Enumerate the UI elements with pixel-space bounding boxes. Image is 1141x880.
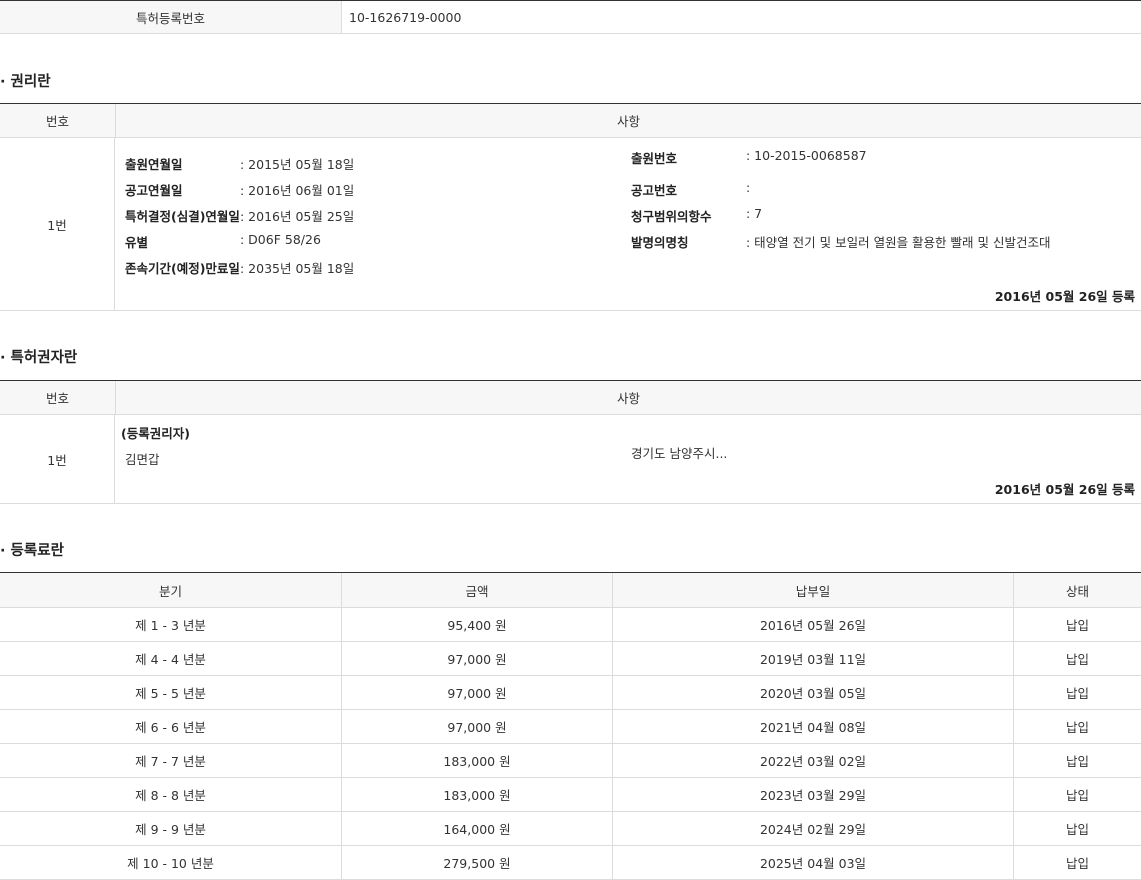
rights-right-label-0: 출원번호 [631,151,678,166]
fee-date: 2016년 05월 26일 [612,608,1013,641]
holder-header-no: 번호 [45,391,69,406]
rights-left-value-1: : 2016년 06월 01일 [240,183,355,198]
registration-number-label: 특허등록번호 [0,1,342,33]
rights-table-header: 번호 사항 [0,104,1141,138]
holder-table: 번호 사항 1번 (등록권리자) 김면갑 경기도 남양주시... 2016년 0… [0,380,1141,504]
fee-header-amount: 금액 [341,573,612,607]
fee-date: 2024년 02월 29일 [612,812,1013,845]
fee-period: 제 10 - 10 년분 [127,856,214,871]
fee-header-date: 납부일 [612,573,1013,607]
fee-header-status: 상태 [1013,573,1141,607]
holder-row-content: (등록권리자) 김면갑 경기도 남양주시... 2016년 05월 26일 등록 [115,415,1141,503]
fee-status: 납입 [1013,846,1141,879]
holder-registration-stamp: 2016년 05월 26일 등록 [994,482,1135,497]
fee-amount: 97,000 원 [341,676,612,709]
fee-amount: 97,000 원 [341,642,612,675]
fee-date: 2022년 03월 02일 [612,744,1013,777]
fee-status: 납입 [1013,642,1141,675]
table-row: 제 6 - 6 년분 97,000 원 2021년 04월 08일 납입 [0,710,1141,744]
fee-amount: 164,000 원 [341,812,612,845]
fee-period: 제 7 - 7 년분 [135,754,206,769]
fee-period: 제 8 - 8 년분 [135,788,206,803]
registration-number-value: 10-1626719-0000 [349,9,462,25]
rights-row-1: 1번 출원연월일 : 2015년 05월 18일 공고연월일 : 2016년 0… [0,138,1141,311]
rights-left-value-3: : D06F 58/26 [240,232,321,247]
rights-left-label-3: 유별 [125,235,149,250]
table-row: 제 10 - 10 년분 279,500 원 2025년 04월 03일 납입 [0,846,1141,880]
table-row: 제 9 - 9 년분 164,000 원 2024년 02월 29일 납입 [0,812,1141,846]
fee-status: 납입 [1013,608,1141,641]
table-row: 제 4 - 4 년분 97,000 원 2019년 03월 11일 납입 [0,642,1141,676]
fee-amount: 183,000 원 [341,778,612,811]
rights-header-no: 번호 [45,114,69,129]
fee-period: 제 5 - 5 년분 [135,686,206,701]
rights-right-value-3: : 태양열 전기 및 보일러 열원을 활용한 빨래 및 신발건조대 [746,235,1051,250]
holder-table-header: 번호 사항 [0,381,1141,415]
holder-section-title: · 특허권자란 [0,350,78,366]
rights-right-label-2: 청구범위의항수 [631,209,712,224]
fee-status: 납입 [1013,744,1141,777]
fee-date: 2020년 03월 05일 [612,676,1013,709]
fee-amount: 183,000 원 [341,744,612,777]
holder-header-detail: 사항 [115,381,1141,414]
fee-period: 제 4 - 4 년분 [135,652,206,667]
rights-left-value-0: : 2015년 05월 18일 [240,157,355,172]
fee-date: 2021년 04월 08일 [612,710,1013,743]
rights-registration-stamp: 2016년 05월 26일 등록 [994,289,1135,304]
rights-section-title: · 권리란 [0,74,51,90]
table-row: 제 8 - 8 년분 183,000 원 2023년 03월 29일 납입 [0,778,1141,812]
rights-left-value-2: : 2016년 05월 25일 [240,209,355,224]
rights-left-label-0: 출원연월일 [125,157,183,172]
fee-status: 납입 [1013,778,1141,811]
fee-date: 2025년 04월 03일 [612,846,1013,879]
fee-date: 2019년 03월 11일 [612,642,1013,675]
fee-amount: 97,000 원 [341,710,612,743]
rights-left-label-1: 공고연월일 [125,183,183,198]
table-row: 제 7 - 7 년분 183,000 원 2022년 03월 02일 납입 [0,744,1141,778]
holder-address: 경기도 남양주시... [631,446,728,461]
rights-table: 번호 사항 1번 출원연월일 : 2015년 05월 18일 공고연월일 : 2… [0,103,1141,311]
fee-period: 제 6 - 6 년분 [135,720,206,735]
rights-right-value-1: : [746,180,751,195]
rights-header-detail: 사항 [115,104,1141,137]
table-row: 제 1 - 3 년분 95,400 원 2016년 05월 26일 납입 [0,608,1141,642]
fee-amount: 279,500 원 [341,846,612,879]
holder-role: (등록권리자) [121,426,190,441]
fee-amount: 95,400 원 [341,608,612,641]
registration-number-row: 특허등록번호 10-1626719-0000 [0,0,1141,34]
holder-row-no: 1번 [0,415,115,503]
fee-header-period: 분기 [158,583,182,599]
fee-status: 납입 [1013,812,1141,845]
rights-right-value-0: : 10-2015-0068587 [746,148,867,163]
fee-period: 제 1 - 3 년분 [135,618,206,633]
table-row: 제 5 - 5 년분 97,000 원 2020년 03월 05일 납입 [0,676,1141,710]
rights-right-label-1: 공고번호 [631,183,678,198]
fee-date: 2023년 03월 29일 [612,778,1013,811]
fee-status: 납입 [1013,676,1141,709]
rights-left-label-2: 특허결정(심결)연월일 [125,209,240,224]
rights-right-value-2: : 7 [746,206,763,221]
fee-period: 제 9 - 9 년분 [135,822,206,837]
rights-right-label-3: 발명의명칭 [631,235,689,250]
holder-name: 김면갑 [125,452,160,467]
rights-row-no: 1번 [0,138,115,310]
fee-table: 분기 금액 납부일 상태 제 1 - 3 년분 95,400 원 2016년 0… [0,572,1141,880]
holder-row-1: 1번 (등록권리자) 김면갑 경기도 남양주시... 2016년 05월 26일… [0,415,1141,504]
fee-status: 납입 [1013,710,1141,743]
rights-row-content: 출원연월일 : 2015년 05월 18일 공고연월일 : 2016년 06월 … [115,138,1141,310]
rights-left-label-4: 존속기간(예정)만료일 [125,261,240,276]
fee-section-title: · 등록료란 [0,543,64,559]
fee-table-header: 분기 금액 납부일 상태 [0,573,1141,608]
rights-left-value-4: : 2035년 05월 18일 [240,261,355,276]
